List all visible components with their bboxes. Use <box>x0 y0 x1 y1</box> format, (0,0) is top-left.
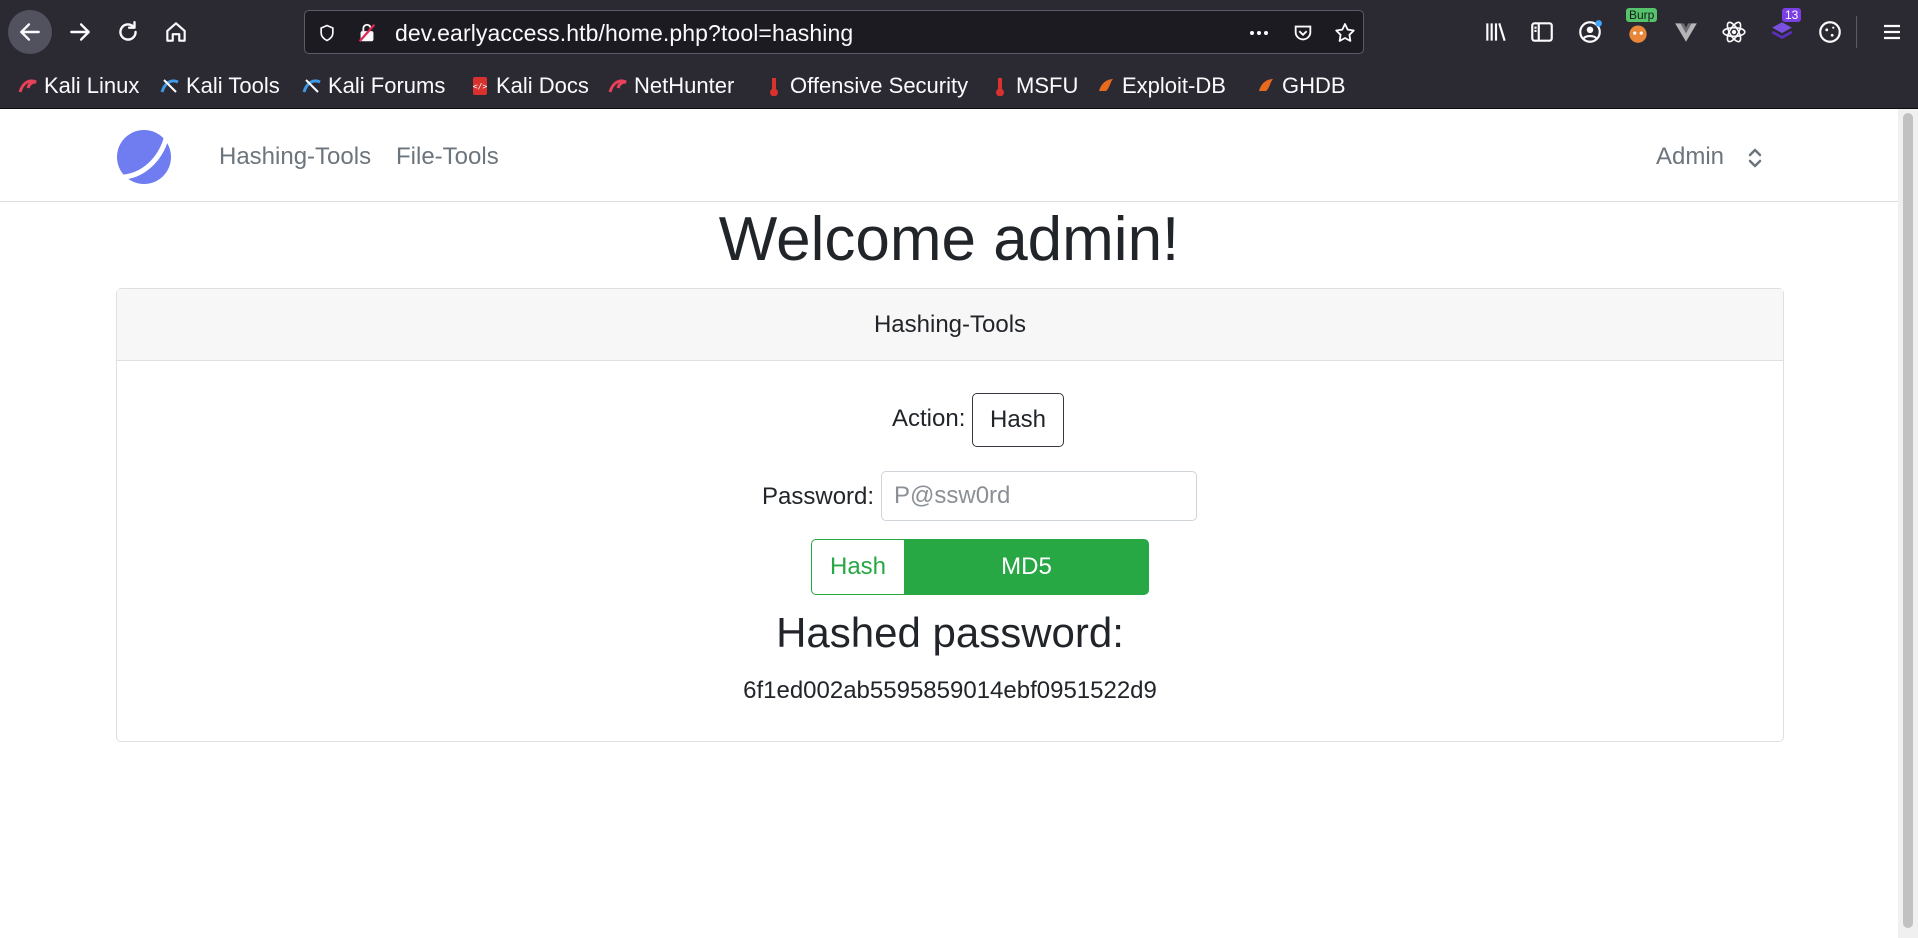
bookmark-kali-docs[interactable]: </> Kali Docs <box>470 72 589 100</box>
page-title: Welcome admin! <box>718 205 1180 274</box>
bookmark-nethunter[interactable]: NetHunter <box>608 72 734 100</box>
hashing-card: Hashing-Tools Action: Hash Password: Has… <box>116 288 1784 742</box>
action-hash-button[interactable]: Hash <box>972 393 1064 447</box>
offsec-icon <box>764 76 784 97</box>
kali-docs-icon: </> <box>470 76 490 96</box>
shield-icon[interactable] <box>315 21 339 45</box>
url-bar[interactable]: dev.earlyaccess.htb/home.php?tool=hashin… <box>304 10 1364 54</box>
bookmark-exploit-db[interactable]: Exploit-DB <box>1096 72 1226 100</box>
account-icon[interactable] <box>1576 18 1604 46</box>
site-navbar: Hashing-Tools File-Tools Admin <box>0 109 1898 202</box>
hash-submit-button[interactable]: Hash <box>811 539 905 595</box>
url-text[interactable]: dev.earlyaccess.htb/home.php?tool=hashin… <box>395 20 853 47</box>
react-devtools-icon[interactable] <box>1720 18 1748 46</box>
svg-text:</>: </> <box>473 82 488 91</box>
page-content: Hashing-Tools File-Tools Admin Welcome a… <box>0 109 1898 938</box>
page-scrollbar[interactable] <box>1898 109 1918 938</box>
home-button[interactable] <box>154 10 198 54</box>
bookmark-msfu[interactable]: MSFU <box>990 72 1078 100</box>
exploit-db-icon <box>1096 76 1116 96</box>
reload-icon <box>119 21 137 41</box>
bookmark-offensive-security[interactable]: Offensive Security <box>764 72 968 100</box>
bookmark-label: NetHunter <box>634 73 735 98</box>
password-label: Password: <box>762 483 875 510</box>
kali-tools-icon <box>160 76 180 96</box>
logo-icon <box>117 130 171 184</box>
insecure-lock-icon[interactable] <box>355 21 379 45</box>
bookmark-kali-forums[interactable]: Kali Forums <box>302 72 445 100</box>
bookmark-label: GHDB <box>1282 73 1346 98</box>
arrow-right-icon <box>70 23 90 41</box>
bookmark-kali-linux[interactable]: Kali Linux <box>18 72 139 100</box>
vue-devtools-icon[interactable] <box>1672 18 1700 46</box>
home-icon <box>166 22 186 42</box>
bookmark-label: Kali Tools <box>186 73 280 98</box>
sidebar-icon[interactable] <box>1528 18 1556 46</box>
result-heading: Hashed password: <box>776 609 1124 656</box>
bookmark-label: Exploit-DB <box>1122 73 1226 98</box>
bookmark-label: Kali Docs <box>496 73 589 98</box>
nav-hashing-tools[interactable]: Hashing-Tools <box>219 143 371 171</box>
extension-stack-icon[interactable]: 13 <box>1768 8 1802 46</box>
bookmark-star-icon[interactable] <box>1333 21 1357 45</box>
nav-file-tools[interactable]: File-Tools <box>396 143 499 171</box>
scrollbar-thumb[interactable] <box>1903 113 1913 928</box>
user-menu[interactable]: Admin <box>1656 143 1724 171</box>
bookmarks-bar: Kali Linux Kali Tools Kali Forums </> Ka… <box>0 64 1918 109</box>
card-title: Hashing-Tools <box>117 289 1783 361</box>
burp-extension-icon[interactable]: Burp <box>1624 8 1658 46</box>
toolbar-divider <box>1856 16 1857 48</box>
back-button[interactable] <box>8 10 52 54</box>
arrow-left-icon <box>20 23 40 41</box>
menu-icon[interactable] <box>1878 18 1906 46</box>
forward-button[interactable] <box>58 10 102 54</box>
msfu-icon <box>990 76 1010 97</box>
bookmark-kali-tools[interactable]: Kali Tools <box>160 72 280 100</box>
algorithm-md5-button[interactable]: MD5 <box>904 539 1149 595</box>
ghdb-icon <box>1256 76 1276 96</box>
library-icon[interactable] <box>1482 18 1510 46</box>
extension-badge: 13 <box>1782 8 1802 22</box>
bookmark-label: Offensive Security <box>790 73 969 98</box>
bookmark-label: Kali Linux <box>44 73 140 98</box>
hash-result-value: 6f1ed002ab5595859014ebf0951522d9 <box>743 677 1157 704</box>
site-logo[interactable] <box>116 129 172 185</box>
chevron-up-down-icon[interactable] <box>1746 145 1764 171</box>
nethunter-icon <box>608 76 628 96</box>
bookmark-label: MSFU <box>1016 73 1079 98</box>
page-actions-icon[interactable] <box>1247 21 1271 45</box>
password-input[interactable] <box>881 471 1197 521</box>
bookmark-ghdb[interactable]: GHDB <box>1256 72 1346 100</box>
bookmark-label: Kali Forums <box>328 73 446 98</box>
cookie-icon[interactable] <box>1816 18 1844 46</box>
burp-badge: Burp <box>1626 8 1658 22</box>
reload-button[interactable] <box>106 10 150 54</box>
kali-forums-icon <box>302 76 322 96</box>
kali-dragon-icon <box>18 76 38 96</box>
action-label: Action: <box>892 405 966 432</box>
pocket-icon[interactable] <box>1291 21 1315 45</box>
browser-toolbar: dev.earlyaccess.htb/home.php?tool=hashin… <box>0 0 1918 64</box>
